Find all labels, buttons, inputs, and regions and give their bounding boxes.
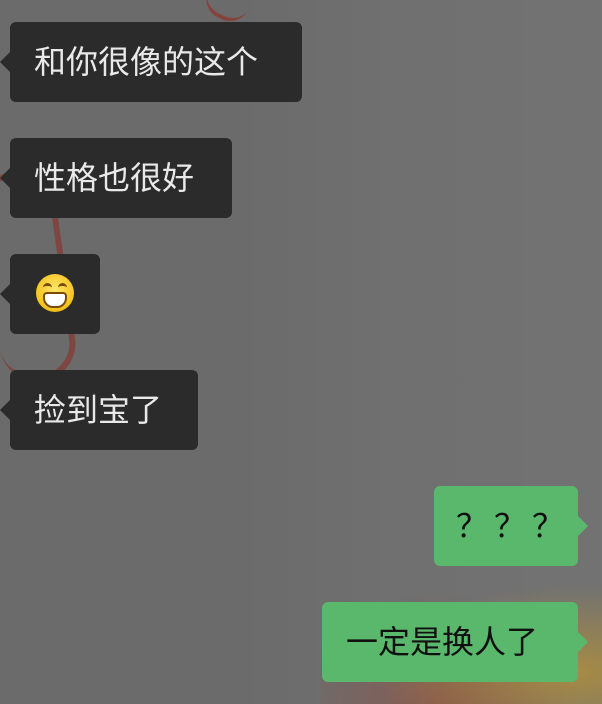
- message-bubble[interactable]: 捡到宝了: [10, 370, 198, 450]
- message-text: 一定是换人了: [346, 623, 539, 661]
- message-text: 捡到宝了: [34, 391, 163, 429]
- message-text: 和你很像的这个: [34, 43, 259, 81]
- bubble-tail: [578, 632, 588, 652]
- message-bubble[interactable]: 性格也很好: [10, 138, 232, 218]
- message-bubble[interactable]: 和你很像的这个: [10, 22, 302, 102]
- bubble-tail: [0, 168, 10, 188]
- message-bubble[interactable]: [10, 254, 100, 334]
- chat-area: 和你很像的这个 性格也很好 捡到宝了 ？？？ 一定是换人了: [0, 0, 602, 704]
- message-bubble[interactable]: ？？？: [434, 486, 578, 566]
- message-text: ？？？: [456, 507, 571, 545]
- bubble-tail: [0, 284, 10, 304]
- message-bubble[interactable]: 一定是换人了: [322, 602, 578, 682]
- message-text: 性格也很好: [34, 159, 195, 197]
- bubble-tail: [0, 52, 10, 72]
- bubble-tail: [578, 516, 588, 536]
- wallpaper-overlay: [238, 0, 602, 704]
- grinning-face-emoji-icon: [36, 274, 74, 312]
- bubble-tail: [0, 400, 10, 420]
